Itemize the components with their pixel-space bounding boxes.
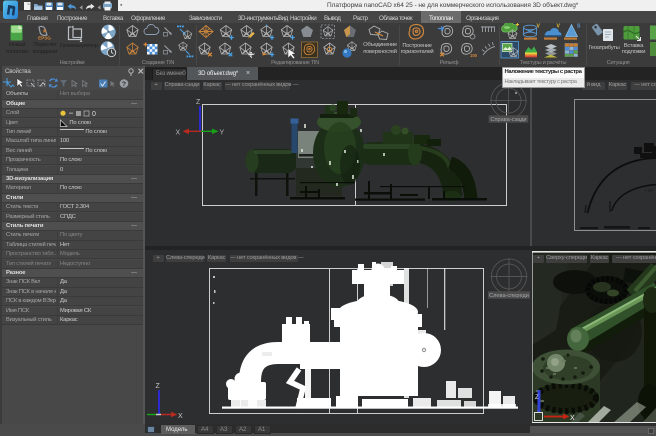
svg-text:Справа-сзади: Справа-сзади <box>490 117 526 123</box>
svg-text:X: X <box>178 413 183 420</box>
svg-text:X: X <box>570 415 575 422</box>
svg-text:+·5F: +·5F <box>644 188 654 193</box>
svg-text:Z: Z <box>156 383 161 390</box>
svg-text:Z: Z <box>196 99 201 106</box>
svg-text:X: X <box>176 130 181 137</box>
svg-text:Z: Z <box>535 395 539 401</box>
svg-text:Слева-спереди: Слева-спереди <box>489 293 529 299</box>
svg-text:Y: Y <box>220 130 225 137</box>
